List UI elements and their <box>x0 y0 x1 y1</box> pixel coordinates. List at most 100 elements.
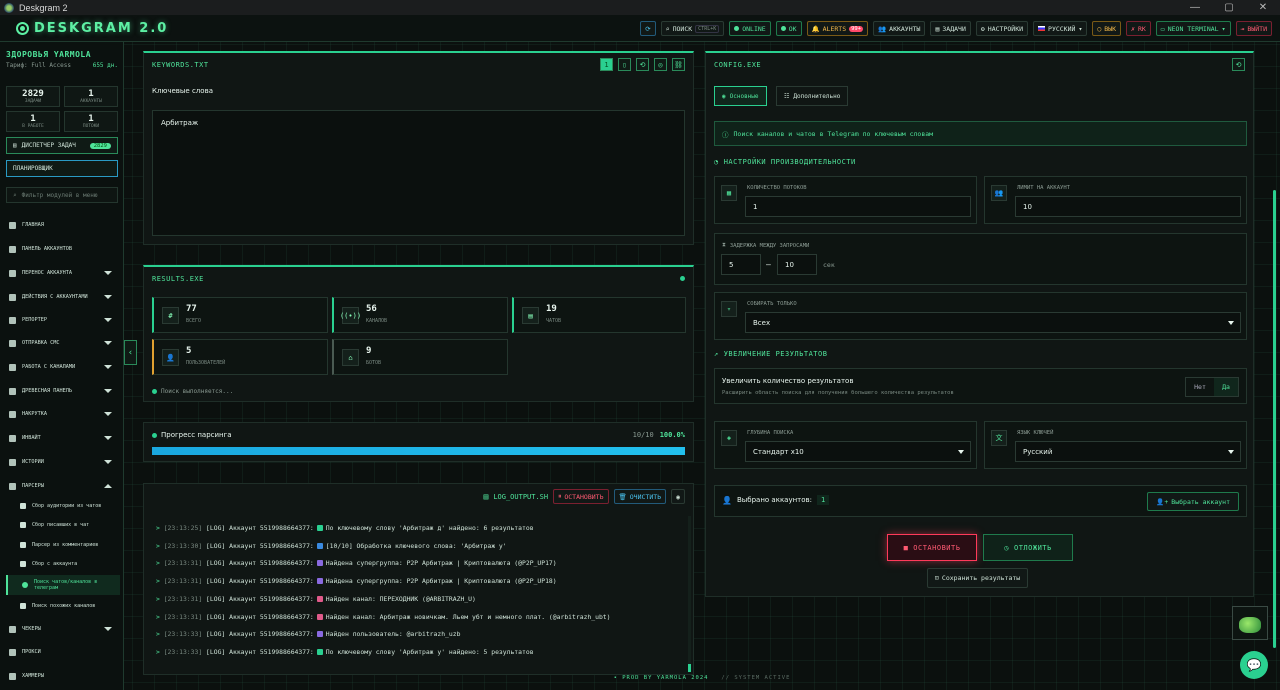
depth-select[interactable]: Стандарт x10 <box>745 441 971 462</box>
save-results-button[interactable]: ⊡ Сохранить результаты <box>927 568 1029 588</box>
alerts-button[interactable]: 🔔 ALERTS 99+ <box>806 21 869 36</box>
footer: • PROD BY YARMOLA 2024 // SYSTEM ACTIVE <box>124 675 1280 690</box>
keywords-textarea[interactable] <box>152 110 685 236</box>
log-scrollbar[interactable] <box>688 516 691 672</box>
collapse-sidebar-button[interactable]: ‹ <box>124 340 137 365</box>
search-button[interactable]: ⌕ ПОИСК CTRL+K <box>660 21 725 36</box>
logout-button[interactable]: ⇥ ВЫЙТИ <box>1235 21 1272 36</box>
clock-icon: ◷ <box>1004 543 1009 552</box>
tab-extra[interactable]: ☷ Дополнительно <box>776 86 849 106</box>
sidebar-item-11[interactable]: парсеры <box>0 478 124 494</box>
sidebar-item-2[interactable]: перенос аккаунта <box>0 265 124 281</box>
nav-icon <box>9 363 16 371</box>
keywords-refresh-button[interactable]: ⟲ <box>636 58 649 71</box>
sidebar-subitem-4[interactable]: Поиск чатов/каналов в телеграм <box>6 575 120 595</box>
list-icon: ▤ <box>13 142 17 149</box>
sidebar-item-7[interactable]: древесная панель <box>0 383 124 399</box>
log-line: > [23:13:25] [LOG] Аккаунт 5519988664377… <box>156 524 534 532</box>
dot-icon: ◉ <box>722 92 726 100</box>
postpone-button[interactable]: ◷ ОТЛОЖИТЬ <box>983 534 1073 561</box>
rk-button[interactable]: ✗ RK <box>1126 21 1151 36</box>
nav-icon <box>9 339 16 347</box>
close-window-button[interactable]: ✕ <box>1246 2 1280 13</box>
sidebar-bottom-item-0[interactable]: чекеры <box>0 621 124 637</box>
language-select[interactable]: РУССКИЙ ▾ <box>1033 21 1088 36</box>
sidebar-item-10[interactable]: истории <box>0 454 124 470</box>
footer-credit: • PROD BY YARMOLA 2024 <box>613 675 709 681</box>
ok-status: OK <box>775 21 802 36</box>
accounts-button[interactable]: 👥 АККАУНТЫ <box>873 21 926 36</box>
task-dispatcher-button[interactable]: ▤ ДИСПЕТЧЕР ЗАДАЧ 2829 <box>6 137 118 154</box>
progress-panel: Прогресс парсинга 10/10 100.0% <box>143 422 694 462</box>
sidebar-item-3[interactable]: действия с аккаунтами <box>0 289 124 305</box>
logo[interactable]: DESKGRAM 2.0 <box>16 21 168 36</box>
lang-select[interactable]: Русский <box>1015 441 1241 462</box>
sidebar-bottom-item-1[interactable]: прокси <box>0 644 124 660</box>
log-emoji-icon <box>316 525 323 531</box>
sidebar-item-6[interactable]: работа с каналами <box>0 359 124 375</box>
sidebar-subitem-2[interactable]: Парсер из комментариев <box>6 536 120 553</box>
settings-button[interactable]: ⚙ НАСТРОЙКИ <box>975 21 1029 36</box>
theme-select[interactable]: ▭ NEON TERMINAL ▾ <box>1155 21 1231 36</box>
keywords-settings-button[interactable]: ◎ <box>654 58 667 71</box>
sidebar-subitem-1[interactable]: Сбор писавших в чат <box>6 516 120 533</box>
sidebar-item-9[interactable]: инвайт <box>0 430 124 446</box>
tab-main[interactable]: ◉ Основные <box>714 86 767 106</box>
log-emoji-icon <box>316 578 323 585</box>
keywords-mode-button[interactable]: 1 <box>600 58 613 71</box>
link-icon: ⛓ <box>674 60 683 69</box>
scheduler-button[interactable]: ПЛАНИРОВЩИК <box>6 160 118 177</box>
search-shortcut: CTRL+K <box>695 24 720 33</box>
logo-icon <box>16 21 29 35</box>
log-view-button[interactable]: ◉ <box>671 489 685 504</box>
stop-button[interactable]: ■ ОСТАНОВИТЬ <box>887 534 977 561</box>
refresh-button[interactable]: ⟳ <box>640 21 656 36</box>
eye-icon: ◉ <box>676 492 680 501</box>
sidebar-item-8[interactable]: накрутка <box>0 406 124 422</box>
threads-input[interactable]: 1 <box>745 196 971 217</box>
filter-icon: ▿ <box>721 301 737 317</box>
keywords-file-button[interactable]: ▯ <box>618 58 631 71</box>
progress-label: Прогресс парсинга <box>152 431 232 439</box>
collect-select[interactable]: Всех <box>745 312 1241 333</box>
subitem-icon <box>20 541 26 548</box>
mascot-widget[interactable] <box>1232 606 1268 640</box>
sidebar-subitem-5[interactable]: Поиск похожих каналов <box>6 597 120 614</box>
tasks-button[interactable]: ▤ ЗАДАЧИ <box>930 21 971 36</box>
minimize-button[interactable]: — <box>1178 2 1212 13</box>
sidebar-item-1[interactable]: панель аккаунтов <box>0 241 124 257</box>
frog-icon <box>1239 617 1261 633</box>
boost-yes-button[interactable]: Да <box>1214 378 1238 396</box>
boost-section-title: ↗ УВЕЛИЧЕНИЕ РЕЗУЛЬТАТОВ <box>714 350 828 358</box>
sidebar-bottom-item-2[interactable]: хаммеры <box>0 668 124 684</box>
sidebar-subitem-0[interactable]: Сбор аудитории из чатов <box>6 497 120 514</box>
log-scroll-thumb[interactable] <box>688 664 691 672</box>
bot-icon: ⌂ <box>342 349 359 366</box>
logout-icon: ⇥ <box>1240 24 1245 33</box>
sidebar-subitem-3[interactable]: Сбор с аккаунта <box>6 555 120 572</box>
nav-icon <box>9 672 16 680</box>
keywords-link-button[interactable]: ⛓ <box>672 58 685 71</box>
config-reset-button[interactable]: ⟲ <box>1232 58 1245 71</box>
page-scrollbar[interactable] <box>1273 190 1276 648</box>
sidebar-item-4[interactable]: репортер <box>0 312 124 328</box>
monitor-icon: ▭ <box>1160 24 1165 33</box>
log-clear-button[interactable]: 🗑 ОЧИСТИТЬ <box>613 489 667 504</box>
delay-from-input[interactable]: 5 <box>721 254 761 275</box>
log-line: > [23:13:33] [LOG] Аккаунт 5519988664377… <box>156 630 461 639</box>
log-emoji-icon <box>316 595 323 602</box>
maximize-button[interactable]: ▢ <box>1212 2 1246 13</box>
limit-input[interactable]: 10 <box>1015 196 1241 217</box>
sidebar-item-5[interactable]: отправка смс <box>0 335 124 351</box>
tariff-days: 655 дн. <box>92 62 118 69</box>
choose-account-button[interactable]: 👤+ Выбрать аккаунт <box>1147 492 1239 511</box>
log-stop-button[interactable]: ⏸ ОСТАНОВИТЬ <box>553 489 609 504</box>
log-line: > [23:13:31] [LOG] Аккаунт 5519988664377… <box>156 612 611 621</box>
sidebar-item-0[interactable]: главная <box>0 217 124 233</box>
boost-no-button[interactable]: Нет <box>1186 383 1214 391</box>
nav-icon <box>9 410 16 418</box>
nav-icon <box>9 648 16 656</box>
power-toggle[interactable]: ◯ ВЫК <box>1092 21 1122 36</box>
module-filter-input[interactable]: ⌕ Фильтр модулей в меню <box>6 187 118 203</box>
delay-to-input[interactable]: 10 <box>777 254 817 275</box>
